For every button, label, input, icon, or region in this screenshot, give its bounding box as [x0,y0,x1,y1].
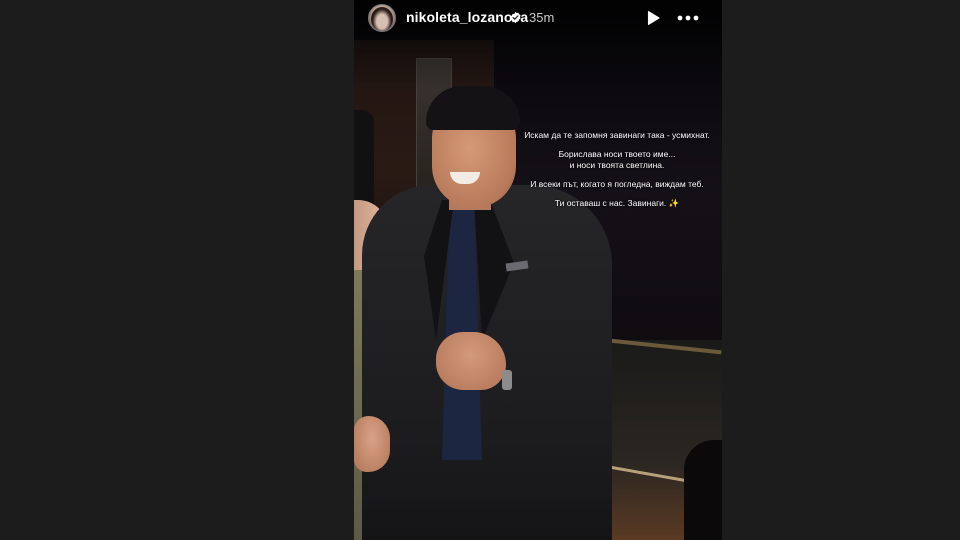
caption-line-2a: Борислава носи твоето име... [558,149,676,159]
story-timestamp: 35m [529,10,555,25]
photo-left-hand [354,416,390,472]
avatar-photo [371,7,393,31]
avatar[interactable] [368,4,396,32]
photo-watch [502,370,512,390]
play-icon[interactable] [644,9,662,27]
page-background: Искам да те запомня завинаги така - усми… [0,0,960,540]
verified-badge-icon [510,11,521,24]
story-caption: Искам да те запомня завинаги така - усми… [512,130,722,217]
story-header: nikoleta_lozanova 35m [354,0,722,36]
caption-line-3: И всеки път, когато я погледна, виждам т… [530,179,704,189]
caption-line-4: Ти оставаш с нас. Завинаги. ✨ [554,198,680,208]
photo-thumbs-up-hand [436,332,506,390]
caption-line-1: Искам да те запомня завинаги така - усми… [524,130,710,140]
caption-line-2b: и носи твоята светлина. [569,160,665,170]
photo-silhouette [684,440,722,540]
photo-man-hair [426,86,520,130]
story-viewer[interactable]: Искам да те запомня завинаги така - усми… [354,0,722,540]
more-options-icon[interactable] [676,9,700,27]
